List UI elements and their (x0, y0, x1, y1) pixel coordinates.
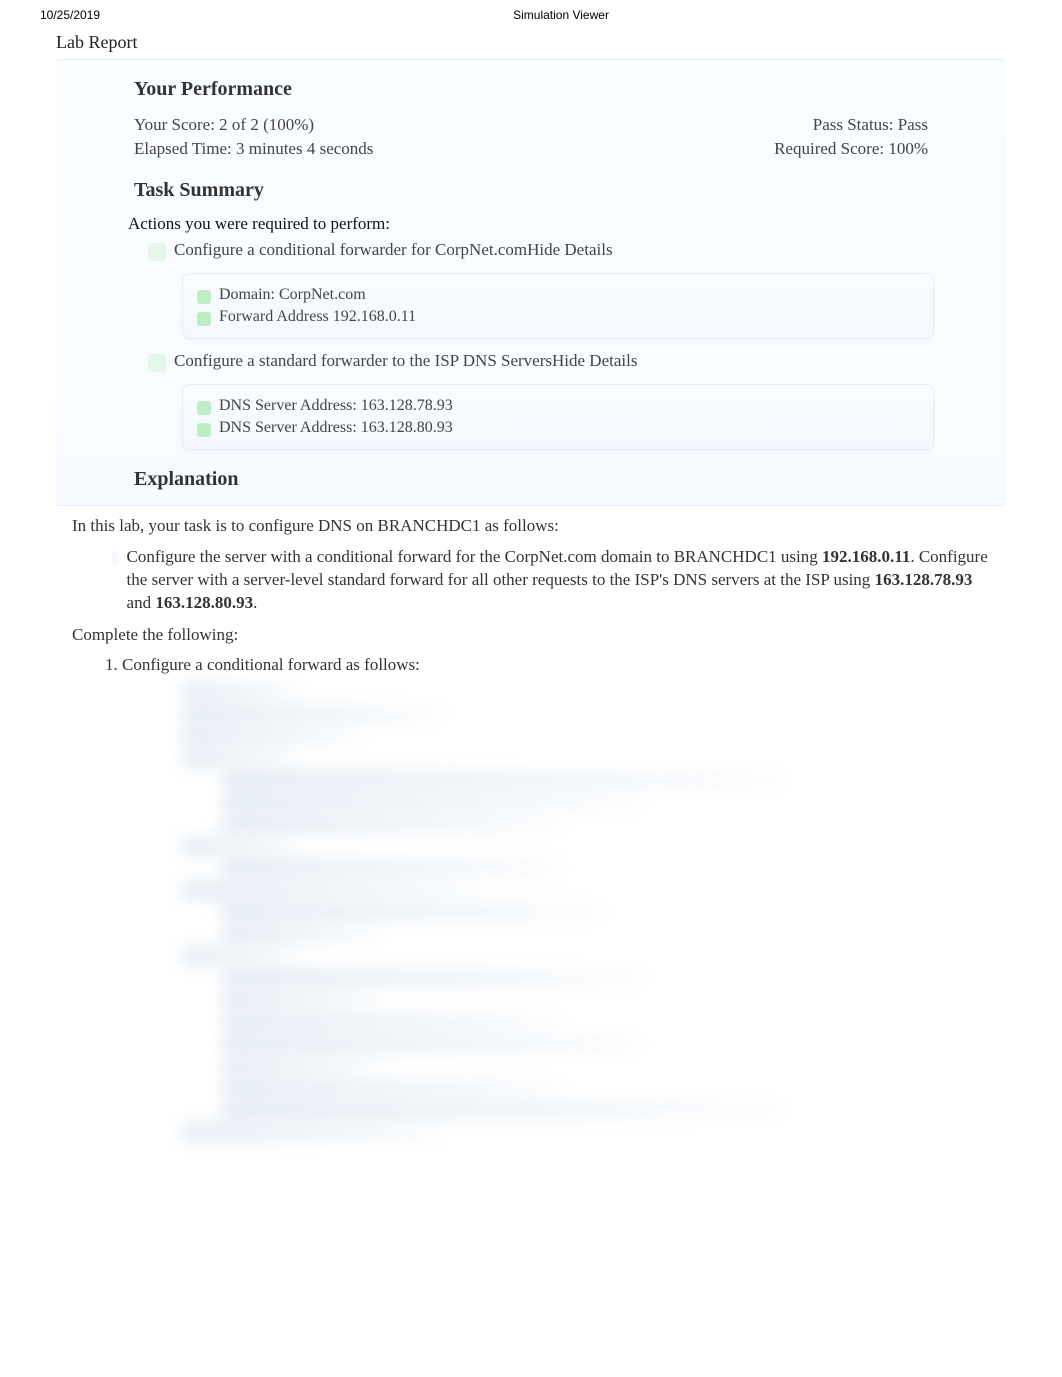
step-item: Configure a conditional forward as follo… (122, 655, 990, 675)
ip-address: 163.128.80.93 (155, 593, 253, 612)
hide-details-toggle[interactable]: Hide Details (527, 240, 612, 259)
check-icon (197, 312, 211, 326)
status-pass-icon (148, 243, 166, 261)
elapsed-time: Elapsed Time: 3 minutes 4 seconds (134, 139, 373, 159)
ip-address: 163.128.78.93 (875, 570, 973, 589)
explanation-bullet: Configure the server with a conditional … (112, 546, 990, 615)
header-title: Simulation Viewer (100, 8, 1022, 22)
task-details-panel: Domain: CorpNet.com Forward Address 192.… (182, 273, 934, 339)
check-icon (197, 401, 211, 415)
score-panel: Your Performance Your Score: 2 of 2 (100… (56, 59, 1006, 506)
explanation-intro: In this lab, your task is to configure D… (72, 516, 990, 536)
required-score: Required Score: 100% (774, 139, 928, 159)
steps-list: Configure a conditional forward as follo… (122, 655, 990, 675)
task-row: Configure a standard forwarder to the IS… (128, 349, 934, 378)
status-pass-icon (148, 354, 166, 372)
detail-text: Domain: CorpNet.com (219, 286, 366, 304)
detail-text: DNS Server Address: 163.128.80.93 (219, 419, 453, 437)
actions-required-label: Actions you were required to perform: (128, 214, 934, 234)
check-icon (197, 290, 211, 304)
task-text: Configure a standard forwarder to the IS… (174, 351, 552, 370)
task-row: Configure a conditional forwarder for Co… (128, 238, 934, 267)
your-score: Your Score: 2 of 2 (100%) (134, 115, 314, 135)
hide-details-toggle[interactable]: Hide Details (552, 351, 637, 370)
check-icon (197, 423, 211, 437)
task-details-panel: DNS Server Address: 163.128.78.93 DNS Se… (182, 384, 934, 450)
explanation-heading: Explanation (134, 468, 934, 491)
lab-report-title: Lab Report (0, 26, 1062, 59)
header-date: 10/25/2019 (40, 8, 100, 22)
your-performance-heading: Your Performance (134, 78, 934, 101)
explanation-body: In this lab, your task is to configure D… (0, 516, 1062, 1139)
blurred-content (182, 685, 990, 1139)
bullet-icon (112, 551, 119, 565)
detail-text: DNS Server Address: 163.128.78.93 (219, 397, 453, 415)
pass-status: Pass Status: Pass (813, 115, 928, 135)
ip-address: 192.168.0.11 (822, 547, 910, 566)
detail-text: Forward Address 192.168.0.11 (219, 308, 416, 326)
task-text: Configure a conditional forwarder for Co… (174, 240, 527, 259)
complete-following-label: Complete the following: (72, 625, 990, 645)
task-summary-heading: Task Summary (134, 179, 934, 202)
page-header: 10/25/2019 Simulation Viewer (0, 0, 1062, 26)
